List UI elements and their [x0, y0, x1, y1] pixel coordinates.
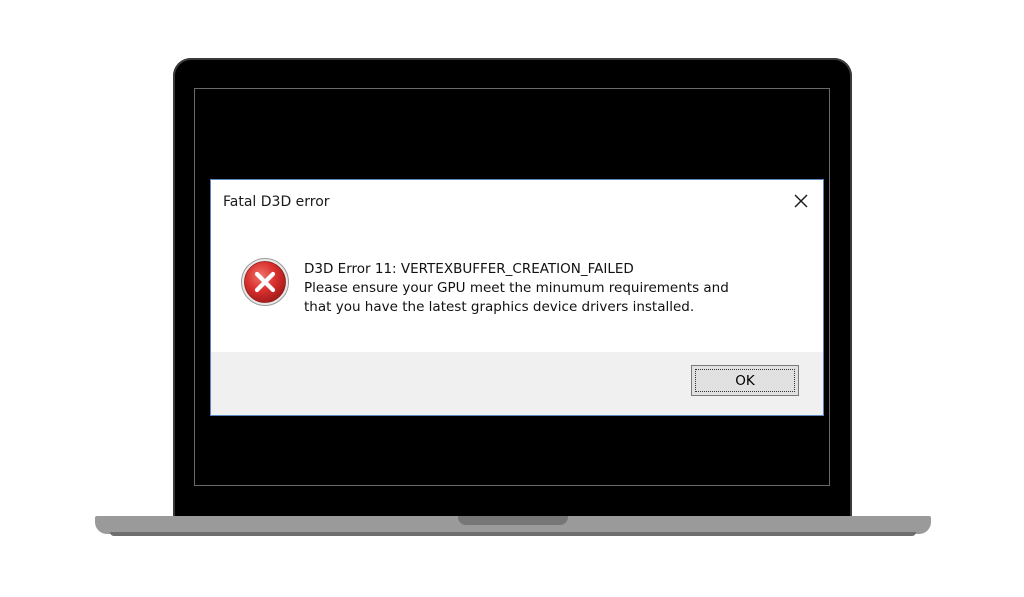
close-icon [794, 194, 808, 208]
error-dialog: Fatal D3D error D3D Error 11: VERTEXBUFF… [210, 179, 824, 416]
error-message-line: that you have the latest graphics device… [304, 299, 695, 315]
ok-button[interactable]: OK [691, 365, 799, 396]
laptop-notch [458, 516, 568, 525]
dialog-title: Fatal D3D error [223, 194, 330, 210]
close-button[interactable] [787, 188, 815, 214]
error-message: D3D Error 11: VERTEXBUFFER_CREATION_FAIL… [304, 260, 729, 317]
focus-ring [695, 369, 795, 392]
laptop-base-shadow [110, 532, 916, 536]
dialog-body: D3D Error 11: VERTEXBUFFER_CREATION_FAIL… [211, 220, 823, 351]
error-message-line: Please ensure your GPU meet the minumum … [304, 280, 729, 296]
error-icon [241, 258, 289, 306]
error-message-line: D3D Error 11: VERTEXBUFFER_CREATION_FAIL… [304, 261, 634, 277]
stage: Fatal D3D error D3D Error 11: VERTEXBUFF… [0, 0, 1024, 597]
dialog-footer: OK [211, 352, 823, 415]
